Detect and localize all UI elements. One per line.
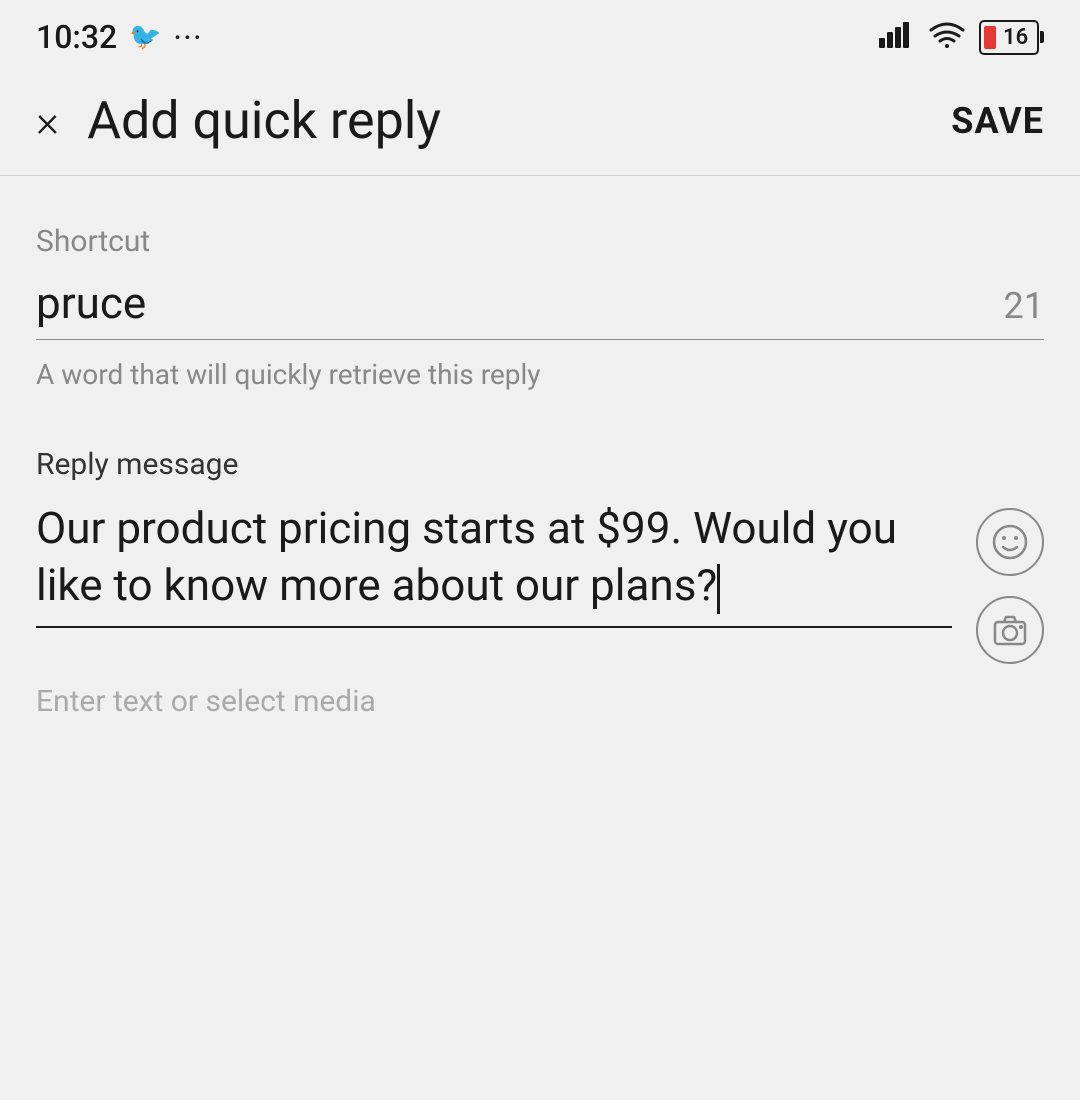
main-content: Shortcut pruce 21 A word that will quick… [0, 176, 1080, 719]
shortcut-value[interactable]: pruce [36, 277, 146, 329]
reply-section: Reply message Our product pricing starts… [36, 447, 1044, 719]
text-cursor [717, 564, 720, 614]
shortcut-char-count: 21 [1004, 285, 1044, 327]
wifi-icon [929, 20, 965, 55]
more-icon: ··· [174, 21, 204, 54]
reply-input-area: Our product pricing starts at $99. Would… [36, 500, 1044, 664]
shortcut-hint: A word that will quickly retrieve this r… [36, 358, 1044, 391]
reply-message-value: Our product pricing starts at $99. Would… [36, 502, 897, 611]
header: × Add quick reply SAVE [0, 70, 1080, 176]
header-left: × Add quick reply [36, 90, 441, 151]
status-time: 10:32 [36, 18, 117, 56]
shortcut-input-row[interactable]: pruce 21 [36, 277, 1044, 340]
signal-icon [879, 20, 915, 55]
battery-level: 16 [987, 25, 1028, 50]
reply-text-column: Our product pricing starts at $99. Would… [36, 500, 952, 628]
status-bar: 10:32 🐦 ··· [0, 0, 1080, 70]
status-left: 10:32 🐦 ··· [36, 18, 203, 56]
emoji-button[interactable] [976, 508, 1044, 576]
notification-icon: 🐦 [129, 22, 161, 52]
reply-section-label: Reply message [36, 447, 1044, 482]
reply-icons [976, 500, 1044, 664]
reply-placeholder: Enter text or select media [36, 684, 1044, 719]
reply-text-input[interactable]: Our product pricing starts at $99. Would… [36, 500, 952, 628]
page-title: Add quick reply [87, 90, 441, 151]
status-right: 16 [879, 20, 1044, 55]
close-button[interactable]: × [36, 99, 59, 143]
shortcut-section: Shortcut pruce 21 A word that will quick… [36, 224, 1044, 391]
battery-indicator: 16 [979, 20, 1044, 55]
camera-button[interactable] [976, 596, 1044, 664]
shortcut-label: Shortcut [36, 224, 1044, 259]
save-button[interactable]: SAVE [951, 100, 1044, 142]
